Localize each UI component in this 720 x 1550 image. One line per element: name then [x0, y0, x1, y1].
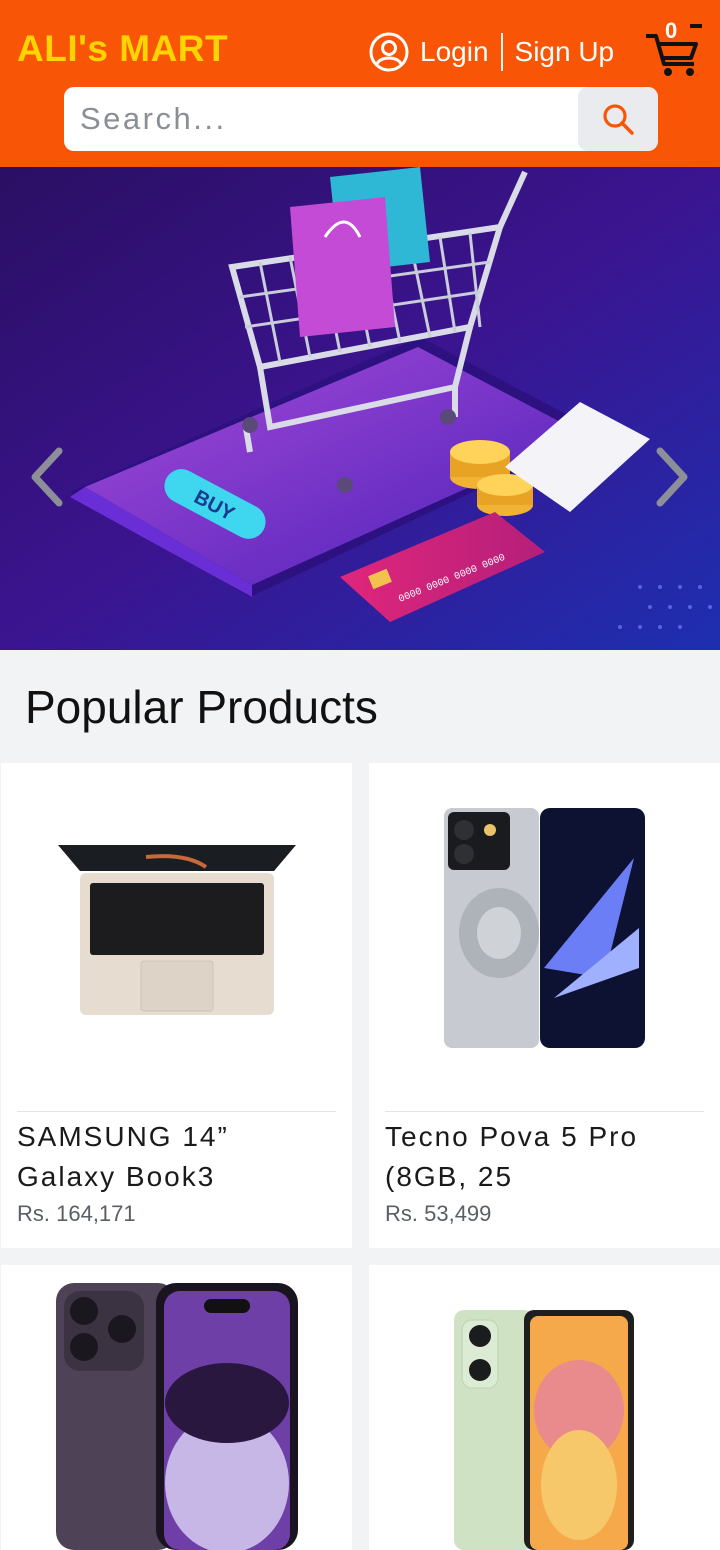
product-name[interactable]: Tecno Pova 5 Pro (8GB, 25 — [385, 1117, 704, 1197]
signup-link[interactable]: Sign Up — [515, 36, 615, 68]
banner-image: BUY 0000 0000 0000 0000 — [0, 167, 720, 650]
product-card[interactable] — [1, 1265, 352, 1550]
auth-links: Login Sign Up — [368, 30, 614, 74]
card-divider — [385, 1111, 704, 1112]
top-bar: ALI's MART Login Sign Up 0 — [0, 0, 720, 167]
section-title: Popular Products — [25, 681, 378, 733]
product-name[interactable]: SAMSUNG 14” Galaxy Book3 — [17, 1117, 336, 1197]
product-price: Rs. 164,171 — [17, 1201, 136, 1226]
product-card[interactable]: SAMSUNG 14” Galaxy Book3 Rs. 164,171 — [1, 763, 352, 1248]
product-card[interactable]: Tecno Pova 5 Pro (8GB, 25 Rs. 53,499 — [369, 763, 720, 1248]
chevron-left-icon[interactable] — [27, 445, 67, 509]
product-image — [454, 1310, 634, 1550]
search-input[interactable] — [64, 87, 578, 151]
search-icon — [603, 104, 634, 135]
product-image — [58, 845, 296, 1015]
product-image — [444, 808, 645, 1048]
search-bar — [64, 87, 658, 151]
brand-logo[interactable]: ALI's MART — [17, 28, 228, 70]
product-price: Rs. 53,499 — [385, 1201, 492, 1226]
login-link[interactable]: Login — [420, 36, 489, 68]
chevron-right-icon[interactable] — [652, 445, 692, 509]
cart-count-badge: 0 — [665, 18, 678, 43]
product-image — [56, 1283, 298, 1550]
product-card[interactable] — [369, 1265, 720, 1550]
user-icon — [369, 32, 409, 72]
search-button[interactable] — [578, 87, 658, 151]
card-divider — [17, 1111, 336, 1112]
promo-banner[interactable]: BUY 0000 0000 0000 0000 — [0, 167, 720, 650]
auth-divider — [500, 33, 503, 71]
